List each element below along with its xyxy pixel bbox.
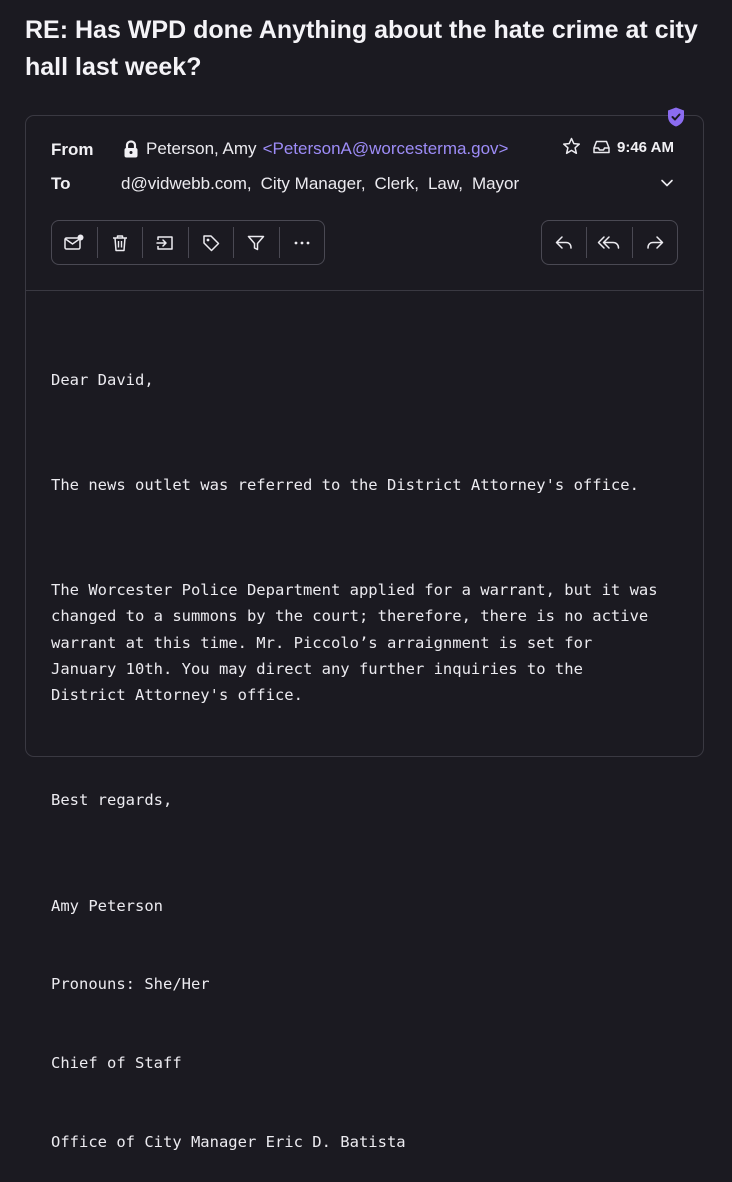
star-icon[interactable] [562,137,581,156]
reply-icon [555,235,572,249]
message-actions-toolbar [51,220,325,265]
recipients-row[interactable]: d@vidwebb.com, City Manager, Clerk, Law,… [121,173,528,195]
mark-unread-button[interactable] [52,227,98,258]
lock-icon [124,140,138,158]
recipient[interactable]: Mayor [472,174,519,194]
recipient[interactable]: City Manager, [261,174,366,194]
more-options-button[interactable] [280,227,325,258]
recipient[interactable]: d@vidwebb.com, [121,174,252,194]
trash-icon [112,234,127,251]
header-divider [26,290,703,291]
message-body: Dear David, The news outlet was referred… [51,314,701,1182]
from-label: From [51,140,94,159]
signature-line: Pronouns: She/Her [51,975,210,994]
received-time: 9:46 AM [617,139,674,156]
closing: Best regards, [51,791,173,810]
to-label: To [51,174,71,193]
recipient[interactable]: Clerk, [375,174,419,194]
move-to-folder-icon [156,235,173,250]
move-to-folder-button[interactable] [143,227,189,258]
delete-button[interactable] [98,227,143,258]
more-options-icon [294,241,310,244]
email-subject: RE: Has WPD done Anything about the hate… [25,16,698,81]
recipient[interactable]: Law, [428,174,463,194]
encrypted-shield-icon [668,107,684,127]
sender-email[interactable]: <PetersonA@worcesterma.gov> [263,139,509,159]
body-paragraph: The Worcester Police Department applied … [51,580,658,705]
tag-icon [203,234,219,251]
sender-name[interactable]: Peterson, Amy [146,139,257,159]
body-paragraph: The news outlet was referred to the Dist… [51,475,639,494]
filter-button[interactable] [234,227,280,258]
reply-actions-toolbar [541,220,678,265]
forward-icon [647,235,664,249]
reply-all-button[interactable] [587,227,633,258]
reply-button[interactable] [542,227,588,258]
filter-icon [248,235,265,250]
chevron-down-icon[interactable] [660,178,674,188]
signature-line: Office of City Manager Eric D. Batista [51,1133,406,1152]
inbox-icon [593,140,610,154]
reply-all-icon [598,235,620,249]
signature-line: Amy Peterson [51,896,163,915]
greeting: Dear David, [51,370,154,389]
signature-line: Chief of Staff [51,1054,182,1073]
label-button[interactable] [189,227,234,258]
forward-button[interactable] [633,227,677,258]
sender-row[interactable]: Peterson, Amy <PetersonA@worcesterma.gov… [122,138,509,160]
mark-unread-icon [64,234,84,250]
